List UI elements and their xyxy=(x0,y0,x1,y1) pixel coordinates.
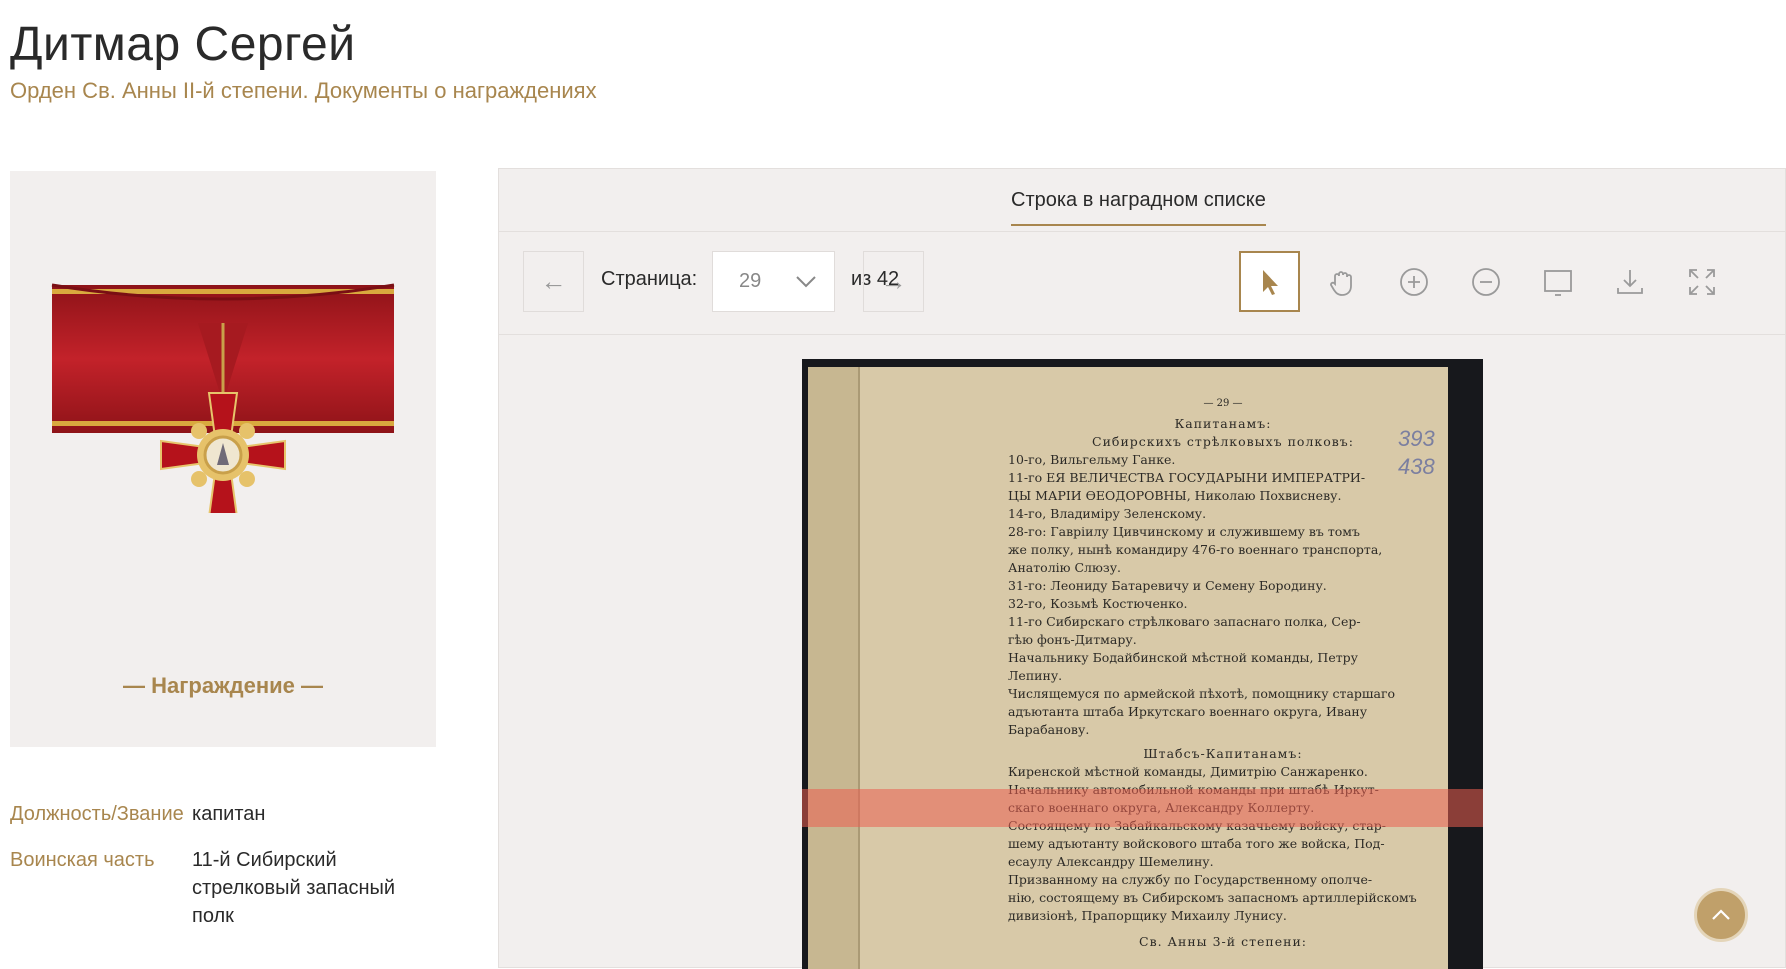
document-line: 14-го, Владиміру Зеленскому. xyxy=(1008,506,1207,521)
viewer-toolbar: ← Страница: 29 из 42 → xyxy=(499,231,1785,335)
page-label: Страница: xyxy=(601,268,698,290)
zoom-out-button[interactable] xyxy=(1455,251,1516,312)
page-subtitle: Орден Св. Анны II-й степени. Документы о… xyxy=(10,78,597,103)
fit-page-icon xyxy=(1543,269,1572,296)
document-line: Киренской мѣстной команды, Димитрію Санж… xyxy=(1008,764,1368,779)
document-viewer: Строка в наградном списке ← Страница: 29… xyxy=(498,168,1786,969)
arrow-left-icon: ← xyxy=(540,266,567,296)
unit-value: 11-й Сибирский стрелковый запасный полк xyxy=(192,849,396,927)
page-select-value: 29 xyxy=(739,270,762,292)
document-line: Числящемуся по армейской пѣхотѣ, помощни… xyxy=(1008,686,1396,701)
pointer-icon xyxy=(1262,269,1278,295)
unit-label: Воинская часть xyxy=(10,849,155,871)
chevron-up-icon xyxy=(1712,909,1730,920)
document-page: 393 438 — 29 — Капитанамъ: Сибирскихъ стр… xyxy=(808,367,1448,969)
arrow-right-icon: → xyxy=(880,266,907,296)
zoom-out-icon xyxy=(1471,267,1500,296)
document-line: шему адъютанту войскового штаба того же … xyxy=(1008,836,1385,851)
chevron-down-icon xyxy=(796,276,816,288)
document-line: Сибирскихъ стрѣлковыхъ полковъ: xyxy=(1092,434,1354,449)
rank-value: капитан xyxy=(192,803,266,825)
document-line: Начальнику Бодайбинской мѣстной команды,… xyxy=(1008,650,1358,665)
highlighted-line xyxy=(802,789,1483,827)
hand-tool-button[interactable] xyxy=(1311,251,1372,312)
document-line: же полку, нынѣ командиру 476-го военнаго… xyxy=(1008,542,1383,557)
document-line: адъютанта штаба Иркутскаго военнаго окру… xyxy=(1008,704,1368,719)
document-page-number: — 29 — xyxy=(1203,398,1243,409)
page-header: Дитмар Сергей Орден Св. Анны II-й степен… xyxy=(10,14,597,106)
document-line: 32-го, Козьмѣ Костюченко. xyxy=(1008,596,1188,611)
document-line: 31-го: Леониду Батаревичу и Семену Бород… xyxy=(1008,578,1327,593)
document-line: Лепину. xyxy=(1008,668,1063,683)
document-line: 11-го ЕЯ ВЕЛИЧЕСТВА ГОСУДАРЫНИ ИМПЕРАТРИ… xyxy=(1008,470,1366,485)
award-card[interactable]: — Награждение — xyxy=(10,171,436,747)
document-scan[interactable]: 393 438 — 29 — Капитанамъ: Сибирскихъ стр… xyxy=(802,359,1483,969)
document-line: 11-го Сибирскаго стрѣлковаго запаснаго п… xyxy=(1008,614,1361,629)
zoom-in-button[interactable] xyxy=(1383,251,1444,312)
document-line: Анатолію Слюзу. xyxy=(1008,560,1122,575)
fullscreen-button[interactable] xyxy=(1671,251,1732,312)
document-line: Штабсъ-Капитанамъ: xyxy=(1143,746,1303,761)
prev-page-button[interactable]: ← xyxy=(523,251,584,312)
download-button[interactable] xyxy=(1599,251,1660,312)
info-row-rank: Должность/Звание капитан xyxy=(10,800,430,828)
order-st-anna-image xyxy=(51,283,395,513)
hand-icon xyxy=(1329,270,1352,296)
award-details: Должность/Звание капитан Воинская часть … xyxy=(10,800,430,948)
document-line: дивизіонѣ, Прапорщику Михаилу Лунису. xyxy=(1008,908,1287,923)
rank-label: Должность/Звание xyxy=(10,803,184,825)
pointer-tool-button[interactable] xyxy=(1239,251,1300,312)
fit-page-button[interactable] xyxy=(1527,251,1588,312)
book-spine xyxy=(808,367,860,969)
document-line: Барабанову. xyxy=(1008,722,1090,737)
scroll-to-top-button[interactable] xyxy=(1694,888,1748,942)
page-title: Дитмар Сергей xyxy=(10,18,356,71)
document-line: Св. Анны 3-й степени: xyxy=(1139,934,1307,949)
document-line: есаулу Александру Шемелину. xyxy=(1008,854,1214,869)
document-text: — 29 — Капитанамъ: Сибирскихъ стрѣлковыхъ… xyxy=(1008,395,1438,951)
fullscreen-icon xyxy=(1688,268,1715,295)
document-line: ЦЫ МАРІИ ѲЕОДОРОВНЫ, Николаю Похвисневу. xyxy=(1008,488,1342,503)
document-line: 10-го, Вильгельму Ганке. xyxy=(1008,452,1176,467)
tab-award-list-line[interactable]: Строка в наградном списке xyxy=(1011,189,1266,226)
document-line: Капитанамъ: xyxy=(1174,416,1272,431)
document-line: нію, состоящему въ Сибирскомъ запасномъ … xyxy=(1008,890,1417,905)
page-select[interactable]: 29 xyxy=(712,251,835,312)
document-line: 28-го: Гавріилу Цивчинскому и служившему… xyxy=(1008,524,1360,539)
award-caption[interactable]: — Награждение — xyxy=(10,673,436,699)
document-line: гѣю фонъ-Дитмару. xyxy=(1008,632,1137,647)
download-icon xyxy=(1616,269,1643,294)
next-page-button[interactable]: → xyxy=(863,251,924,312)
document-line: Призванному на службу по Государственном… xyxy=(1008,872,1373,887)
zoom-in-icon xyxy=(1399,267,1428,296)
info-row-unit: Воинская часть 11-й Сибирский стрелковый… xyxy=(10,846,430,930)
